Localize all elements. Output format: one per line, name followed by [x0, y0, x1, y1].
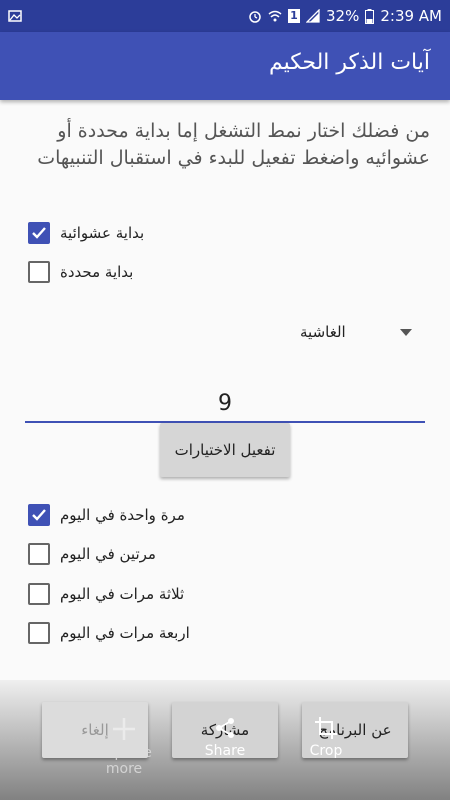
checkbox-label: ثلاثة مرات في اليوم — [60, 585, 185, 603]
instructions-text: من فضلك اختار نمط التشغل إما بداية محددة… — [37, 120, 430, 169]
crop-label: Crop — [309, 743, 343, 759]
crop-icon — [315, 717, 337, 739]
checkbox-unchecked-icon[interactable] — [28, 583, 50, 605]
dropdown-arrow-icon[interactable] — [400, 328, 412, 336]
checkbox-unchecked-icon[interactable] — [28, 543, 50, 565]
activate-selections-button[interactable]: تفعيل الاختيارات — [160, 423, 290, 477]
checkbox-twice-daily[interactable]: مرتين في اليوم — [28, 541, 156, 567]
sim-badge: 1 — [288, 9, 300, 23]
checkbox-unchecked-icon[interactable] — [28, 261, 50, 283]
alarm-icon — [249, 11, 261, 23]
checkbox-four-times-daily[interactable]: اربعة مرات في اليوم — [28, 620, 190, 646]
share-label: Share — [204, 743, 246, 759]
battery-percent: 32% — [326, 7, 360, 25]
checkbox-once-daily[interactable]: مرة واحدة في اليوم — [28, 502, 185, 528]
status-bar: 1 32% 2:39 AM — [0, 0, 450, 32]
checkbox-three-times-daily[interactable]: ثلاثة مرات في اليوم — [28, 581, 184, 607]
checkbox-label: مرة واحدة في اليوم — [60, 506, 185, 524]
capture-more-label: Capture more — [96, 745, 152, 777]
dropdown-selected-value: الغاشية — [300, 323, 346, 341]
app-bar: آيات الذكر الحكيم — [0, 32, 450, 100]
gallery-icon — [8, 10, 22, 22]
wifi-icon — [268, 10, 282, 22]
battery-icon — [365, 8, 375, 24]
checkbox-checked-icon[interactable] — [28, 504, 50, 526]
share-icon — [216, 718, 234, 738]
checkbox-label: بداية محددة — [60, 263, 134, 281]
crop-action[interactable]: Crop — [302, 716, 350, 759]
checkbox-specific-start[interactable]: بداية محددة — [28, 259, 133, 285]
checkbox-checked-icon[interactable] — [28, 222, 50, 244]
app-title: آيات الذكر الحكيم — [268, 50, 430, 75]
signal-icon — [306, 9, 320, 23]
checkbox-label: مرتين في اليوم — [60, 545, 156, 563]
checkbox-random-start[interactable]: بداية عشوائية — [28, 220, 144, 246]
ayah-number-input[interactable] — [25, 385, 425, 423]
checkbox-unchecked-icon[interactable] — [28, 622, 50, 644]
checkbox-label: بداية عشوائية — [60, 224, 145, 242]
plus-icon — [113, 718, 135, 740]
checkbox-label: اربعة مرات في اليوم — [60, 624, 190, 642]
clock: 2:39 AM — [380, 7, 442, 25]
capture-more-action[interactable]: Capture more — [92, 716, 156, 777]
surah-dropdown[interactable]: الغاشية — [300, 318, 412, 346]
share-action[interactable]: Share — [198, 716, 252, 759]
